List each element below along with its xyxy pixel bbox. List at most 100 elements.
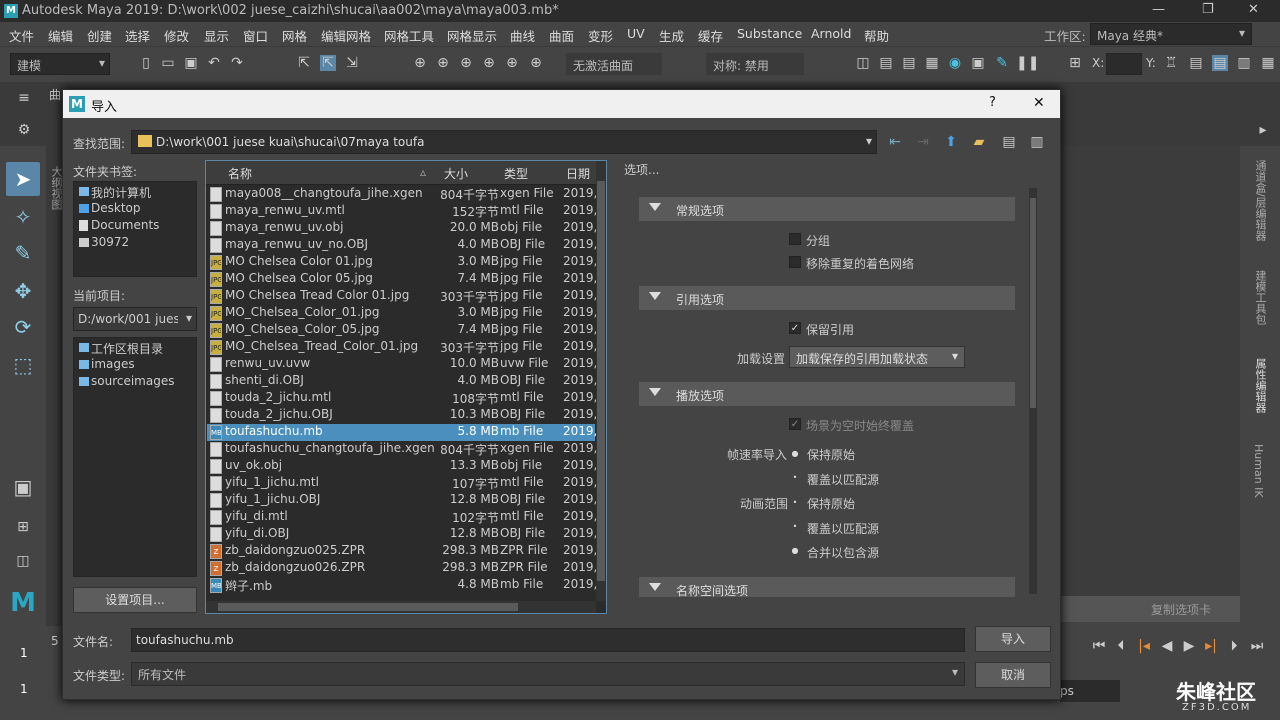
workspace-select[interactable]: Maya 经典* ▾: [1090, 23, 1252, 45]
menu-mesh-display[interactable]: 网格显示: [447, 26, 497, 45]
gear-icon[interactable]: ⚙: [16, 122, 32, 138]
modeling-toolkit-tab[interactable]: 建模工具包: [1252, 270, 1268, 325]
play-back-icon[interactable]: ◀: [1159, 638, 1175, 654]
ipr-icon[interactable]: ▤: [901, 55, 917, 71]
menu-cache[interactable]: 缓存: [698, 26, 723, 45]
back-icon[interactable]: ⇤: [887, 134, 903, 150]
arnold-ipr-icon[interactable]: ✎: [994, 55, 1010, 71]
file-row[interactable]: toufashuchu_changtoufa_jihe.xgen 804千字节 xg…: [207, 441, 597, 458]
keep-reference-checkbox[interactable]: ✓: [789, 322, 801, 334]
redo-icon[interactable]: ↷: [229, 55, 245, 71]
vscroll-thumb[interactable]: [597, 181, 605, 581]
go-start-icon[interactable]: ⏮: [1091, 638, 1107, 654]
copy-tab-bar[interactable]: 复制选项卡: [1061, 596, 1240, 622]
restore-icon[interactable]: ❐: [1202, 2, 1214, 17]
menu-select[interactable]: 选择: [125, 26, 150, 45]
rotate-tool-icon[interactable]: ⟳: [6, 310, 40, 344]
up-folder-icon[interactable]: ⬆: [943, 134, 959, 150]
hscroll-thumb[interactable]: [218, 603, 518, 611]
file-row[interactable]: renwu_uv.uvw 10.0 MB uvw File 2019,: [207, 356, 597, 373]
human-ik-tab[interactable]: Human IK: [1252, 444, 1265, 498]
select-tool-icon[interactable]: ➤: [6, 162, 40, 196]
file-row[interactable]: touda_2_jichu.OBJ 10.3 MB OBJ File 2019,: [207, 407, 597, 424]
scene-timeslider-checkbox[interactable]: ✓: [789, 418, 801, 430]
live-surface-field[interactable]: 无激活曲面: [566, 53, 662, 75]
file-row[interactable]: touda_2_jichu.mtl 108字节 mtl File 2019,: [207, 390, 597, 407]
file-row[interactable]: yifu_1_jichu.mtl 107字节 mtl File 2019,: [207, 475, 597, 492]
current-project-combo[interactable]: D:/work/001 jues ▾: [73, 307, 197, 331]
file-row[interactable]: uv_ok.obj 13.3 MB obj File 2019,: [207, 458, 597, 475]
move-tool-icon[interactable]: ✥: [6, 274, 40, 308]
menu-create[interactable]: 创建: [87, 26, 112, 45]
file-row[interactable]: JPG MO Chelsea Color 01.jpg 3.0 MB jpg File…: [207, 254, 597, 271]
step-back-key-icon[interactable]: ⏴: [1113, 638, 1129, 654]
file-row[interactable]: yifu_1_jichu.OBJ 12.8 MB OBJ File 2019,: [207, 492, 597, 509]
file-row[interactable]: JPG MO Chelsea Tread Color 01.jpg 303千字节 jp…: [207, 288, 597, 305]
menu-curves[interactable]: 曲线: [510, 26, 535, 45]
x-field[interactable]: [1106, 53, 1142, 75]
lookin-combo[interactable]: D:\work\001 juese kuai\shucai\07maya tou…: [131, 130, 877, 154]
menu-mesh[interactable]: 网格: [282, 26, 307, 45]
file-row[interactable]: JPG MO_Chelsea_Color_05.jpg 7.4 MB jpg File…: [207, 322, 597, 339]
menuset-select[interactable]: 建模 ▾: [10, 53, 110, 75]
menu-help[interactable]: 帮助: [864, 26, 889, 45]
window-close-icon[interactable]: ✕: [1248, 2, 1259, 17]
snap-view-icon[interactable]: ⊕: [481, 55, 497, 71]
file-list-hscroll[interactable]: [206, 601, 596, 613]
symmetry-field[interactable]: 对称: 禁用: [706, 53, 804, 75]
set-project-button[interactable]: 设置项目...: [73, 587, 197, 613]
forward-icon[interactable]: ⇥: [915, 134, 931, 150]
group-checkbox[interactable]: [789, 233, 801, 245]
section-reference[interactable]: 引用选项: [639, 286, 1015, 310]
filetype-select[interactable]: 所有文件 ▾: [131, 662, 965, 686]
attribute-editor-tab[interactable]: 属性编辑器: [1252, 358, 1268, 413]
column-type[interactable]: 类型: [504, 165, 528, 182]
fps-field[interactable]: ps: [1060, 680, 1120, 702]
menu-window[interactable]: 窗口: [243, 26, 268, 45]
snap-grid-icon[interactable]: ⊕: [412, 55, 428, 71]
file-row[interactable]: Zzb_daidongzuo026.ZPR 298.3 MB ZPR File 201…: [207, 560, 597, 577]
import-button[interactable]: 导入: [975, 626, 1051, 652]
filename-input[interactable]: toufashuchu.mb: [131, 628, 965, 652]
framerate-override-radio[interactable]: •: [790, 473, 800, 483]
settings-icon[interactable]: ≡: [16, 90, 32, 106]
file-row[interactable]: shenti_di.OBJ 4.0 MB OBJ File 2019,: [207, 373, 597, 390]
snap-vertex-icon[interactable]: ⊕: [528, 55, 544, 71]
grid-snap-icon[interactable]: ⊞: [1067, 55, 1083, 71]
file-row[interactable]: maya_renwu_uv.obj 20.0 MB obj File 2019,: [207, 220, 597, 237]
step-forward-key-icon[interactable]: ⏵: [1226, 638, 1242, 654]
file-row[interactable]: JPG MO Chelsea Color 05.jpg 7.4 MB jpg File…: [207, 271, 597, 288]
menu-file[interactable]: 文件: [9, 26, 34, 45]
step-forward-frame-icon[interactable]: ▸|: [1203, 638, 1219, 654]
open-scene-icon[interactable]: ▭: [160, 55, 176, 71]
menu-mesh-tools[interactable]: 网格工具: [384, 26, 434, 45]
file-row[interactable]: MB 辫子.mb 4.8 MB mb File 2019,: [207, 577, 597, 594]
menu-arnold[interactable]: Arnold: [811, 26, 851, 41]
viewport[interactable]: [1061, 146, 1240, 596]
sidebar-toggle-icon[interactable]: ♖: [1163, 55, 1179, 71]
select-component-icon[interactable]: ⇲: [344, 55, 360, 71]
file-row[interactable]: Zzb_daidongzuo025.ZPR 298.3 MB ZPR File 201…: [207, 543, 597, 560]
section-general[interactable]: 常规选项: [639, 197, 1015, 221]
list-view-icon[interactable]: ▤: [1001, 134, 1017, 150]
channel-box-toggle-icon[interactable]: ▤: [1212, 55, 1228, 71]
range-keep-radio[interactable]: •: [790, 498, 800, 508]
menu-modify[interactable]: 修改: [164, 26, 189, 45]
file-row[interactable]: maya_renwu_uv_no.OBJ 4.0 MB OBJ File 2019,: [207, 237, 597, 254]
remove-duplicate-checkbox[interactable]: [789, 256, 801, 268]
new-scene-icon[interactable]: ▯: [138, 55, 154, 71]
detail-view-icon[interactable]: ▥: [1029, 134, 1045, 150]
snap-surface-icon[interactable]: ⊕: [504, 55, 520, 71]
section-playback[interactable]: 播放选项: [639, 382, 1015, 406]
file-row[interactable]: JPG MO_Chelsea_Color_01.jpg 3.0 MB jpg File…: [207, 305, 597, 322]
file-row[interactable]: MB toufashuchu.mb 5.8 MB mb File 2019,: [207, 424, 597, 441]
layout-four-icon[interactable]: ⊞: [6, 510, 40, 544]
layout-single-icon[interactable]: ▣: [6, 470, 40, 504]
range-override-radio[interactable]: •: [790, 522, 800, 532]
dialog-close-button[interactable]: ✕: [1033, 95, 1045, 111]
project-folder-workspace[interactable]: 工作区根目录: [75, 340, 195, 357]
bookmark-my-computer[interactable]: 我的计算机: [75, 184, 195, 201]
column-size[interactable]: 大小: [444, 165, 468, 182]
file-list-vscroll[interactable]: [596, 161, 606, 601]
column-date[interactable]: 日期: [566, 165, 590, 182]
